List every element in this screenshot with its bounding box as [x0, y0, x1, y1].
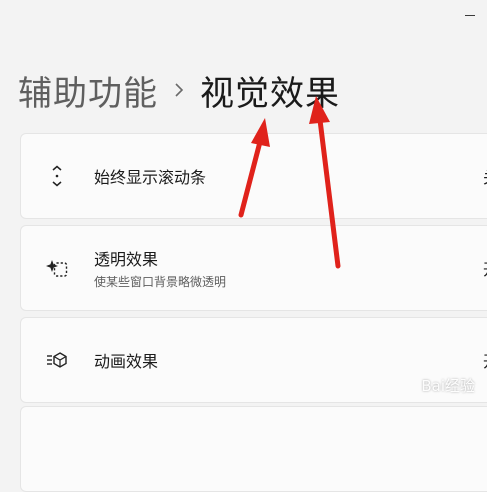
watermark: Bai经验 [421, 377, 475, 395]
setting-card-animation[interactable]: 动画效果 开 [20, 317, 487, 403]
animation-icon [45, 348, 69, 372]
setting-toggle-state[interactable]: 开 [483, 256, 487, 280]
setting-card-next[interactable] [20, 406, 487, 492]
minimize-button[interactable] [443, 0, 487, 30]
breadcrumb: 辅助功能 视觉效果 [18, 66, 340, 114]
transparency-sparkle-icon [45, 256, 69, 280]
setting-title: 动画效果 [94, 352, 159, 371]
setting-card-scrollbars[interactable]: 始终显示滚动条 关 [20, 133, 487, 219]
setting-title: 始终显示滚动条 [94, 168, 207, 187]
setting-title: 透明效果 [94, 250, 159, 269]
page-title: 视觉效果 [200, 73, 340, 114]
scrollbar-arrows-icon [45, 164, 69, 188]
chevron-right-icon [158, 75, 200, 105]
setting-description: 使某些窗口背景略微透明 [94, 275, 227, 289]
setting-card-transparency[interactable]: 透明效果 使某些窗口背景略微透明 开 [20, 225, 487, 311]
breadcrumb-parent-link[interactable]: 辅助功能 [18, 66, 158, 115]
setting-toggle-state[interactable]: 开 [483, 348, 487, 372]
setting-toggle-state[interactable]: 关 [483, 164, 487, 188]
